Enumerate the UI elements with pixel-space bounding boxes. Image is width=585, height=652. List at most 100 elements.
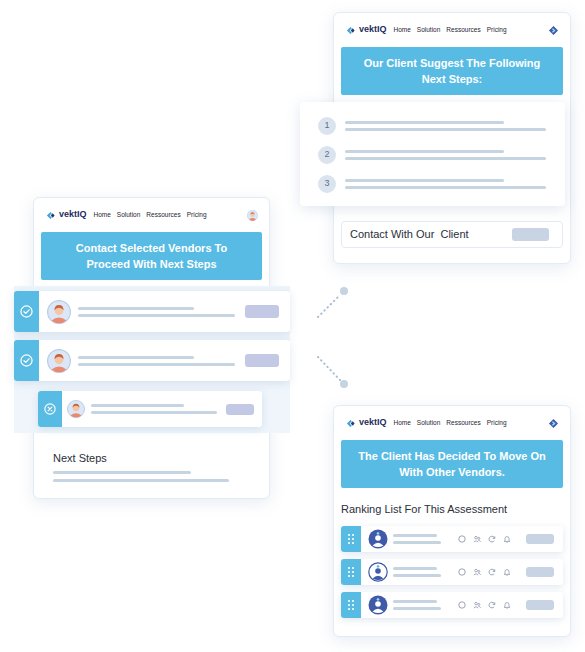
ranking-button[interactable] bbox=[526, 534, 554, 544]
ranking-button[interactable] bbox=[526, 567, 554, 577]
vendor-content bbox=[62, 391, 262, 427]
ranking-actions bbox=[458, 535, 511, 543]
logo[interactable]: vektIQ bbox=[46, 208, 87, 222]
ranking-actions bbox=[458, 568, 511, 576]
placeholder-line bbox=[345, 150, 504, 153]
vendor-avatar-icon bbox=[47, 300, 71, 324]
placeholder-line bbox=[78, 307, 194, 310]
banner-text: Our Client Suggest The Following Next St… bbox=[353, 55, 551, 87]
top-nav: vektIQ Home Solution Ressources Pricing bbox=[334, 13, 570, 47]
people-icon[interactable] bbox=[473, 535, 481, 543]
people-icon[interactable] bbox=[473, 601, 481, 609]
step-number: 3 bbox=[318, 175, 336, 193]
nav-link[interactable]: Pricing bbox=[487, 418, 507, 428]
banner: Our Client Suggest The Following Next St… bbox=[341, 47, 563, 95]
vendor-button[interactable] bbox=[245, 305, 279, 318]
menu-arrow-icon[interactable] bbox=[548, 25, 559, 36]
declined-window: vektIQ Home Solution Ressources Pricing The C… bbox=[333, 405, 571, 637]
next-steps-label: Next Steps bbox=[53, 451, 250, 465]
placeholder-line bbox=[393, 574, 441, 577]
vendor-avatar-icon bbox=[67, 400, 85, 418]
grip-icon bbox=[347, 566, 355, 578]
vendor-row[interactable] bbox=[38, 391, 262, 427]
canvas: vektIQ Home Solution Ressources Pricing Our C… bbox=[0, 0, 585, 652]
next-steps: Next Steps bbox=[34, 433, 269, 482]
ranking-row[interactable] bbox=[341, 559, 563, 585]
placeholder-line bbox=[53, 479, 229, 482]
status-icon[interactable] bbox=[458, 535, 466, 543]
placeholder-line bbox=[91, 411, 217, 414]
vendor-avatar-icon bbox=[368, 562, 388, 582]
drag-handle[interactable] bbox=[341, 592, 361, 618]
drag-handle[interactable] bbox=[341, 559, 361, 585]
step-row: 2 bbox=[318, 146, 547, 164]
step-number: 2 bbox=[318, 146, 336, 164]
ranking-content bbox=[361, 559, 563, 585]
nav-link[interactable]: Pricing bbox=[487, 25, 507, 35]
refresh-icon[interactable] bbox=[488, 535, 496, 543]
cross-icon bbox=[44, 403, 56, 415]
logo-text[interactable]: vektIQ bbox=[359, 416, 387, 430]
nav-link[interactable]: Solution bbox=[417, 25, 441, 35]
ranking-content bbox=[361, 526, 563, 552]
nav-link[interactable]: Home bbox=[94, 210, 111, 220]
nav-link[interactable]: Solution bbox=[417, 418, 441, 428]
logo-text[interactable]: vektIQ bbox=[59, 208, 87, 222]
logo[interactable]: vektIQ bbox=[346, 23, 387, 37]
status-icon[interactable] bbox=[458, 601, 466, 609]
rejected-marker[interactable] bbox=[38, 391, 62, 427]
nav-link[interactable]: Pricing bbox=[187, 210, 207, 220]
ranking-button[interactable] bbox=[526, 600, 554, 610]
bell-icon[interactable] bbox=[503, 568, 511, 576]
selected-marker[interactable] bbox=[14, 340, 39, 381]
refresh-icon[interactable] bbox=[488, 568, 496, 576]
placeholder-line bbox=[78, 314, 235, 317]
ranking-row[interactable] bbox=[341, 526, 563, 552]
selected-marker[interactable] bbox=[14, 291, 39, 332]
banner-text: The Client Has Decided To Move On With O… bbox=[353, 448, 551, 480]
bell-icon[interactable] bbox=[503, 601, 511, 609]
vendor-avatar-icon bbox=[368, 529, 388, 549]
nav-link[interactable]: Home bbox=[394, 25, 411, 35]
placeholder-line bbox=[91, 404, 184, 407]
ranking-row[interactable] bbox=[341, 592, 563, 618]
people-icon[interactable] bbox=[473, 568, 481, 576]
ranking-lines bbox=[393, 534, 441, 544]
vendor-avatar-icon bbox=[47, 349, 71, 373]
nav-link[interactable]: Solution bbox=[117, 210, 141, 220]
contact-button[interactable] bbox=[512, 228, 549, 241]
refresh-icon[interactable] bbox=[488, 601, 496, 609]
banner: Contact Selected Vendors To Proceed With… bbox=[41, 232, 262, 280]
logo-icon bbox=[346, 419, 355, 428]
step-row: 1 bbox=[318, 117, 547, 135]
vendor-button[interactable] bbox=[226, 404, 254, 415]
banner: The Client Has Decided To Move On With O… bbox=[341, 440, 563, 488]
step-lines bbox=[345, 179, 546, 189]
vendor-content bbox=[39, 291, 290, 332]
logo-text[interactable]: vektIQ bbox=[359, 23, 387, 37]
grip-icon bbox=[347, 599, 355, 611]
vendor-button[interactable] bbox=[245, 354, 279, 367]
user-avatar-icon[interactable] bbox=[247, 210, 258, 221]
vendor-row[interactable] bbox=[14, 291, 290, 332]
nav-links: Home Solution Ressources Pricing bbox=[394, 25, 507, 35]
logo-icon bbox=[46, 211, 55, 220]
nav-link[interactable]: Ressources bbox=[446, 418, 480, 428]
nav-link[interactable]: Ressources bbox=[446, 25, 480, 35]
nav-link[interactable]: Home bbox=[394, 418, 411, 428]
bell-icon[interactable] bbox=[503, 535, 511, 543]
menu-arrow-icon[interactable] bbox=[548, 418, 559, 429]
contact-row: Contact With Our Client bbox=[341, 221, 563, 248]
drag-handle[interactable] bbox=[341, 526, 361, 552]
ranking-content bbox=[361, 592, 563, 618]
step-lines bbox=[345, 150, 546, 160]
status-icon[interactable] bbox=[458, 568, 466, 576]
check-icon bbox=[20, 305, 33, 318]
top-nav: vektIQ Home Solution Ressources Pricing bbox=[34, 198, 269, 232]
vendor-row[interactable] bbox=[14, 340, 290, 381]
vendor-window: vektIQ Home Solution Ressources Pricing Conta… bbox=[33, 197, 270, 499]
nav-link[interactable]: Ressources bbox=[146, 210, 180, 220]
vendor-lines bbox=[78, 307, 235, 317]
contact-label: Contact With Our Client bbox=[350, 226, 469, 243]
logo[interactable]: vektIQ bbox=[346, 416, 387, 430]
